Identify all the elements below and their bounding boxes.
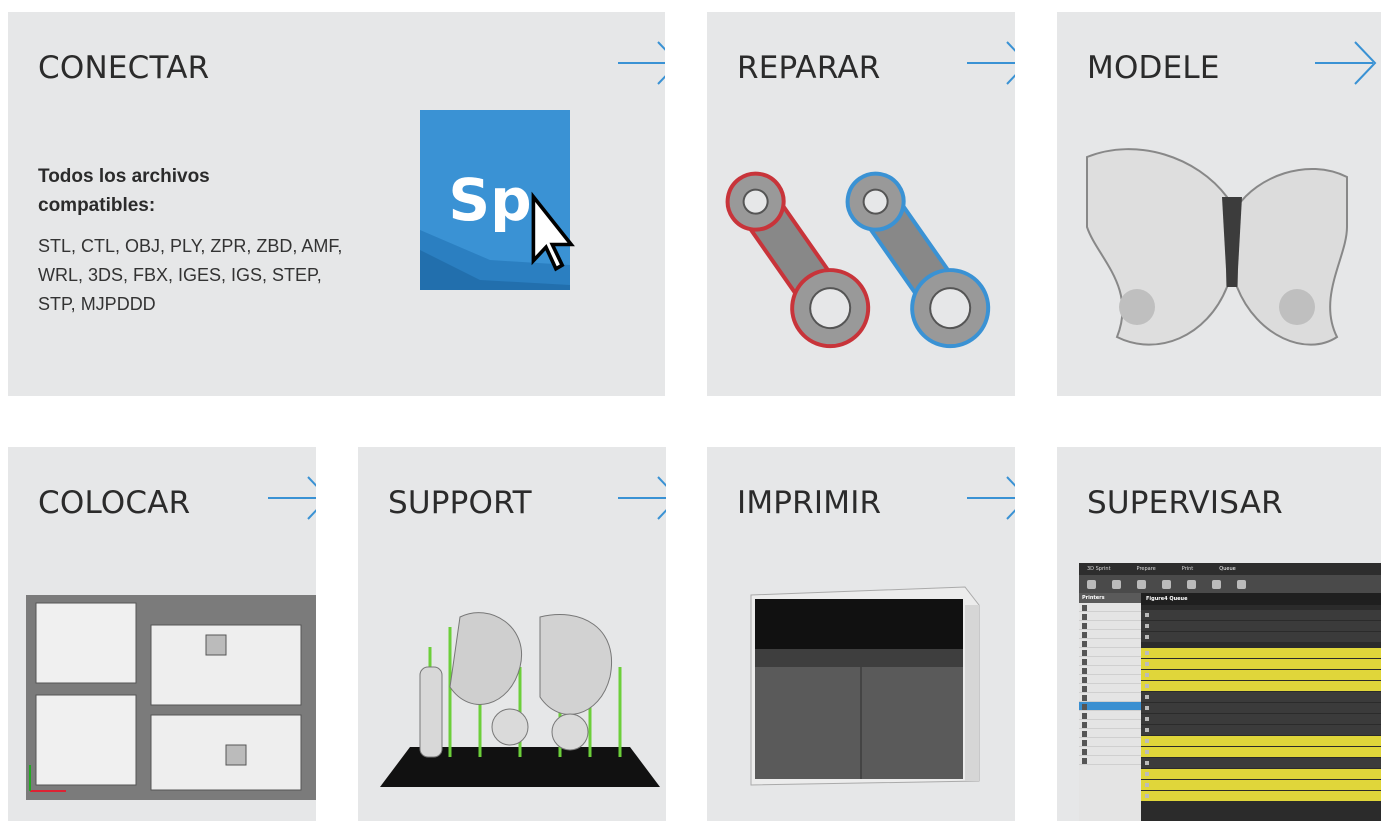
mini-tab-print: Print <box>1181 566 1194 572</box>
play-icon <box>1212 579 1221 589</box>
part-placement-illustration <box>26 595 316 800</box>
arrow-right-icon <box>967 41 1015 85</box>
step-title-imprimir: IMPRIMIR <box>737 485 882 521</box>
arrow-right-icon <box>618 41 665 85</box>
up-icon <box>1162 579 1171 589</box>
mini-queue-row <box>1141 648 1381 658</box>
mini-queue-row <box>1141 736 1381 746</box>
arrow-right-icon <box>268 476 316 520</box>
mini-tab-queue: Queue <box>1219 566 1236 572</box>
mini-printer-item <box>1079 621 1141 630</box>
mini-printer-item <box>1079 666 1141 675</box>
mini-printer-item <box>1079 729 1141 738</box>
supported-files-heading: Todos los archivos compatibles: <box>38 166 210 216</box>
arrow-right-icon <box>1315 41 1377 85</box>
sprint-logo-text: Sp <box>448 166 531 234</box>
mini-printer-item <box>1079 711 1141 720</box>
pelvis-model-illustration <box>1086 148 1348 346</box>
mini-printer-item <box>1079 657 1141 666</box>
step-title-colocar: COLOCAR <box>38 485 191 521</box>
mini-queue-title: Figure4 Queue <box>1141 593 1381 605</box>
mini-printer-item <box>1079 720 1141 729</box>
mini-queue-row <box>1141 681 1381 691</box>
mini-tab-app: 3D Sprint <box>1087 566 1111 572</box>
support-structure-illustration <box>380 612 660 787</box>
mini-printer-item <box>1079 756 1141 765</box>
mini-queue-row <box>1141 659 1381 669</box>
step-card-supervisar: SUPERVISAR 3D Sprint Prepare Print Queue… <box>1057 447 1381 821</box>
sprint-logo-icon: Sp <box>420 110 575 290</box>
mini-tab-bar: 3D Sprint Prepare Print Queue <box>1079 563 1381 575</box>
mini-printer-item <box>1079 693 1141 702</box>
mini-queue-row <box>1141 621 1381 631</box>
mini-printer-item <box>1079 603 1141 612</box>
down-icon <box>1187 579 1196 589</box>
close-icon <box>1237 579 1246 589</box>
mini-queue-row <box>1141 610 1381 620</box>
step-card-support: SUPPORT <box>358 447 666 821</box>
step-card-modele: MODELE <box>1057 12 1381 396</box>
queue-screenshot: 3D Sprint Prepare Print Queue Printers F… <box>1079 563 1381 821</box>
wrench-icon <box>1112 579 1121 589</box>
step-title-support: SUPPORT <box>388 485 532 521</box>
mini-queue-row <box>1141 632 1381 642</box>
mini-queue-row <box>1141 703 1381 713</box>
mini-toolbar <box>1079 575 1381 593</box>
supported-files-list: STL, CTL, OBJ, PLY, ZPR, ZBD, AMF, WRL, … <box>38 236 343 314</box>
mini-tab-prepare: Prepare <box>1136 566 1156 572</box>
mini-printer-item <box>1079 648 1141 657</box>
mini-printer-item <box>1079 612 1141 621</box>
3d-printer-illustration <box>750 586 980 786</box>
step-title-conectar: CONECTAR <box>38 50 210 86</box>
mini-printer-item-selected <box>1079 702 1141 711</box>
mini-section-label <box>1141 605 1381 609</box>
mini-queue-row <box>1141 747 1381 757</box>
arrow-right-icon <box>618 476 666 520</box>
mini-queue-row <box>1141 725 1381 735</box>
step-title-reparar: REPARAR <box>737 50 881 86</box>
mini-queue-row <box>1141 769 1381 779</box>
mini-queue-row <box>1141 780 1381 790</box>
mini-printer-item <box>1079 684 1141 693</box>
mini-printer-item <box>1079 639 1141 648</box>
mini-printer-item <box>1079 747 1141 756</box>
mini-printer-item <box>1079 675 1141 684</box>
mini-queue-row <box>1141 758 1381 768</box>
connecting-rods-illustration <box>725 171 991 349</box>
mini-printer-item <box>1079 738 1141 747</box>
step-card-reparar: REPARAR <box>707 12 1015 396</box>
add-icon <box>1137 579 1146 589</box>
step-card-conectar: CONECTAR Todos los archivos compatibles:… <box>8 12 665 396</box>
refresh-icon <box>1087 579 1096 589</box>
mini-queue-panel: Figure4 Queue <box>1141 593 1381 821</box>
step-title-modele: MODELE <box>1087 50 1220 86</box>
mini-queue-row <box>1141 714 1381 724</box>
step-card-colocar: COLOCAR <box>8 447 316 821</box>
mini-printer-sidebar: Printers <box>1079 593 1141 821</box>
arrow-right-icon <box>967 476 1015 520</box>
mini-queue-row <box>1141 791 1381 801</box>
mini-sidebar-title: Printers <box>1079 593 1141 603</box>
mini-printer-item <box>1079 630 1141 639</box>
step-card-imprimir: IMPRIMIR <box>707 447 1015 821</box>
mini-section-label <box>1141 643 1381 647</box>
mini-queue-row <box>1141 670 1381 680</box>
mini-queue-row <box>1141 692 1381 702</box>
step-title-supervisar: SUPERVISAR <box>1087 485 1283 521</box>
